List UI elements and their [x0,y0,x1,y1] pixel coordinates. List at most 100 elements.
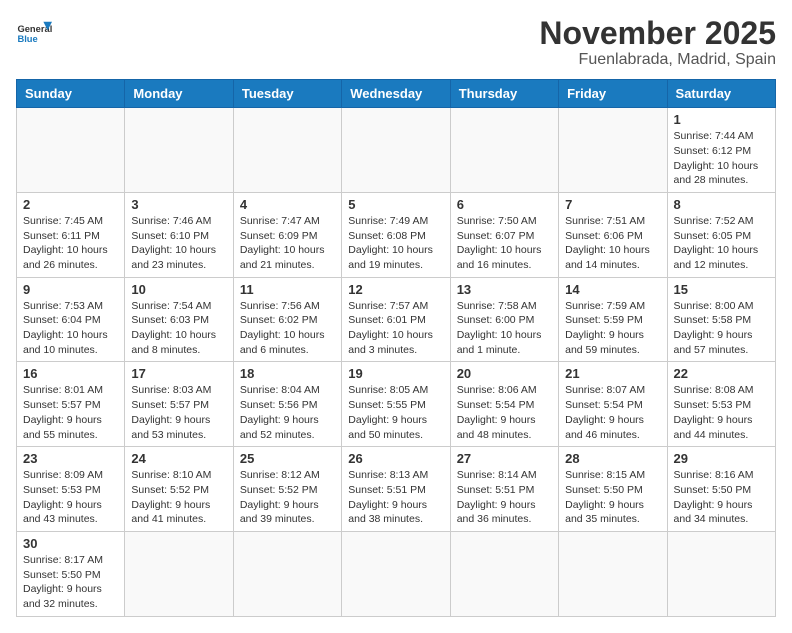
day-number: 16 [23,366,118,381]
calendar-week-row: 16 Sunrise: 8:01 AM Sunset: 5:57 PM Dayli… [17,362,776,447]
day-info: Sunrise: 7:50 AM Sunset: 6:07 PM Dayligh… [457,214,552,273]
calendar-day-cell: 15 Sunrise: 8:00 AM Sunset: 5:58 PM Dayli… [667,277,775,362]
calendar-day-cell: 25Sunrise: 8:12 AM Sunset: 5:52 PM Dayli… [233,447,341,532]
day-number: 18 [240,366,335,381]
calendar-day-cell [125,531,233,616]
day-info: Sunrise: 7:53 AM Sunset: 6:04 PM Dayligh… [23,299,118,358]
day-info: Sunrise: 7:57 AM Sunset: 6:01 PM Dayligh… [348,299,443,358]
calendar-day-cell [667,531,775,616]
calendar-day-cell: 24Sunrise: 8:10 AM Sunset: 5:52 PM Dayli… [125,447,233,532]
calendar-day-cell: 21 Sunrise: 8:07 AM Sunset: 5:54 PM Dayli… [559,362,667,447]
day-number: 13 [457,282,552,297]
calendar-day-cell: 29Sunrise: 8:16 AM Sunset: 5:50 PM Dayli… [667,447,775,532]
day-number: 22 [674,366,769,381]
day-number: 10 [131,282,226,297]
logo-icon: General Blue [16,16,52,52]
day-of-week-header: Monday [125,80,233,108]
calendar-day-cell: 11Sunrise: 7:56 AM Sunset: 6:02 PM Dayli… [233,277,341,362]
day-info: Sunrise: 8:14 AM Sunset: 5:51 PM Dayligh… [457,468,552,527]
day-of-week-header: Saturday [667,80,775,108]
day-info: Sunrise: 8:17 AM Sunset: 5:50 PM Dayligh… [23,553,118,612]
day-info: Sunrise: 7:52 AM Sunset: 6:05 PM Dayligh… [674,214,769,273]
calendar-day-cell [342,531,450,616]
calendar-day-cell: 23 Sunrise: 8:09 AM Sunset: 5:53 PM Dayli… [17,447,125,532]
day-number: 27 [457,451,552,466]
day-number: 28 [565,451,660,466]
calendar-day-cell: 20Sunrise: 8:06 AM Sunset: 5:54 PM Dayli… [450,362,558,447]
calendar-day-cell: 27 Sunrise: 8:14 AM Sunset: 5:51 PM Dayli… [450,447,558,532]
page-header: General Blue November 2025 Fuenlabrada, … [16,16,776,69]
calendar-day-cell [450,531,558,616]
calendar-week-row: 9 Sunrise: 7:53 AM Sunset: 6:04 PM Daylig… [17,277,776,362]
day-number: 15 [674,282,769,297]
day-info: Sunrise: 7:51 AM Sunset: 6:06 PM Dayligh… [565,214,660,273]
day-info: Sunrise: 8:09 AM Sunset: 5:53 PM Dayligh… [23,468,118,527]
calendar-day-cell: 16 Sunrise: 8:01 AM Sunset: 5:57 PM Dayli… [17,362,125,447]
calendar-day-cell: 30 Sunrise: 8:17 AM Sunset: 5:50 PM Dayli… [17,531,125,616]
day-info: Sunrise: 8:16 AM Sunset: 5:50 PM Dayligh… [674,468,769,527]
day-info: Sunrise: 8:03 AM Sunset: 5:57 PM Dayligh… [131,383,226,442]
day-info: Sunrise: 7:49 AM Sunset: 6:08 PM Dayligh… [348,214,443,273]
day-info: Sunrise: 7:45 AM Sunset: 6:11 PM Dayligh… [23,214,118,273]
day-number: 20 [457,366,552,381]
calendar-day-cell: 1Sunrise: 7:44 AM Sunset: 6:12 PM Daylig… [667,108,775,193]
day-info: Sunrise: 7:46 AM Sunset: 6:10 PM Dayligh… [131,214,226,273]
day-number: 5 [348,197,443,212]
day-number: 4 [240,197,335,212]
calendar-day-cell: 7Sunrise: 7:51 AM Sunset: 6:06 PM Daylig… [559,192,667,277]
calendar-week-row: 1Sunrise: 7:44 AM Sunset: 6:12 PM Daylig… [17,108,776,193]
day-number: 21 [565,366,660,381]
calendar-day-cell: 22 Sunrise: 8:08 AM Sunset: 5:53 PM Dayli… [667,362,775,447]
calendar-day-cell [559,531,667,616]
day-number: 9 [23,282,118,297]
calendar-day-cell: 17 Sunrise: 8:03 AM Sunset: 5:57 PM Dayli… [125,362,233,447]
day-info: Sunrise: 8:13 AM Sunset: 5:51 PM Dayligh… [348,468,443,527]
svg-text:Blue: Blue [17,34,37,44]
calendar-day-cell: 3 Sunrise: 7:46 AM Sunset: 6:10 PM Daylig… [125,192,233,277]
calendar-day-cell: 12 Sunrise: 7:57 AM Sunset: 6:01 PM Dayli… [342,277,450,362]
day-info: Sunrise: 7:54 AM Sunset: 6:03 PM Dayligh… [131,299,226,358]
day-number: 12 [348,282,443,297]
day-of-week-header: Thursday [450,80,558,108]
calendar-table: SundayMondayTuesdayWednesdayThursdayFrid… [16,79,776,617]
day-info: Sunrise: 8:12 AM Sunset: 5:52 PM Dayligh… [240,468,335,527]
day-of-week-header: Sunday [17,80,125,108]
day-number: 30 [23,536,118,551]
calendar-subtitle: Fuenlabrada, Madrid, Spain [539,51,776,69]
calendar-day-cell: 5 Sunrise: 7:49 AM Sunset: 6:08 PM Daylig… [342,192,450,277]
calendar-day-cell: 8 Sunrise: 7:52 AM Sunset: 6:05 PM Daylig… [667,192,775,277]
day-info: Sunrise: 7:58 AM Sunset: 6:00 PM Dayligh… [457,299,552,358]
day-number: 8 [674,197,769,212]
day-info: Sunrise: 8:00 AM Sunset: 5:58 PM Dayligh… [674,299,769,358]
calendar-day-cell: 9 Sunrise: 7:53 AM Sunset: 6:04 PM Daylig… [17,277,125,362]
calendar-day-cell: 28 Sunrise: 8:15 AM Sunset: 5:50 PM Dayli… [559,447,667,532]
title-area: November 2025 Fuenlabrada, Madrid, Spain [539,16,776,69]
calendar-day-cell: 14Sunrise: 7:59 AM Sunset: 5:59 PM Dayli… [559,277,667,362]
day-number: 23 [23,451,118,466]
calendar-day-cell: 19Sunrise: 8:05 AM Sunset: 5:55 PM Dayli… [342,362,450,447]
day-info: Sunrise: 8:08 AM Sunset: 5:53 PM Dayligh… [674,383,769,442]
day-info: Sunrise: 8:07 AM Sunset: 5:54 PM Dayligh… [565,383,660,442]
calendar-day-cell: 6 Sunrise: 7:50 AM Sunset: 6:07 PM Daylig… [450,192,558,277]
day-number: 6 [457,197,552,212]
day-of-week-header: Friday [559,80,667,108]
day-info: Sunrise: 8:01 AM Sunset: 5:57 PM Dayligh… [23,383,118,442]
calendar-day-cell: 26 Sunrise: 8:13 AM Sunset: 5:51 PM Dayli… [342,447,450,532]
day-info: Sunrise: 8:04 AM Sunset: 5:56 PM Dayligh… [240,383,335,442]
day-number: 3 [131,197,226,212]
day-info: Sunrise: 8:15 AM Sunset: 5:50 PM Dayligh… [565,468,660,527]
day-info: Sunrise: 8:05 AM Sunset: 5:55 PM Dayligh… [348,383,443,442]
day-number: 26 [348,451,443,466]
calendar-week-row: 2 Sunrise: 7:45 AM Sunset: 6:11 PM Daylig… [17,192,776,277]
logo: General Blue [16,16,52,52]
day-number: 14 [565,282,660,297]
day-of-week-header: Tuesday [233,80,341,108]
day-number: 17 [131,366,226,381]
day-info: Sunrise: 7:47 AM Sunset: 6:09 PM Dayligh… [240,214,335,273]
calendar-day-cell [233,108,341,193]
calendar-week-row: 30 Sunrise: 8:17 AM Sunset: 5:50 PM Dayli… [17,531,776,616]
day-number: 2 [23,197,118,212]
day-number: 11 [240,282,335,297]
calendar-week-row: 23 Sunrise: 8:09 AM Sunset: 5:53 PM Dayli… [17,447,776,532]
calendar-day-cell: 10 Sunrise: 7:54 AM Sunset: 6:03 PM Dayli… [125,277,233,362]
